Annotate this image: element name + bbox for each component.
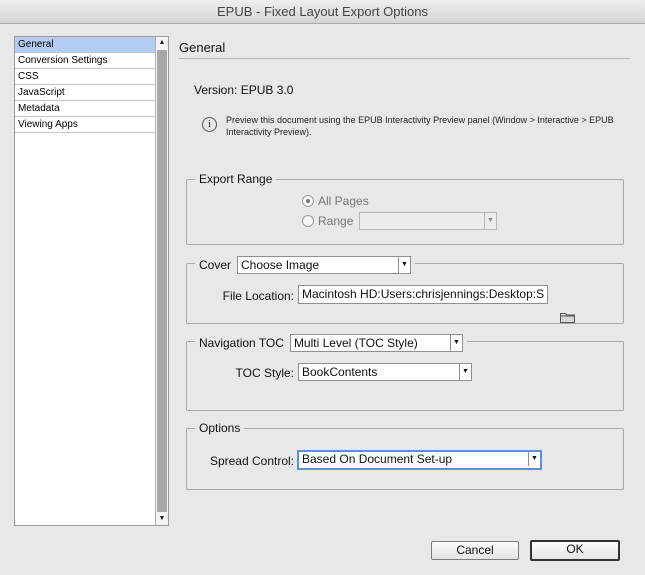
navigation-toc-select[interactable]: Multi Level (TOC Style) ▼ (289, 334, 463, 352)
cover-label: Cover (199, 258, 232, 272)
spread-control-select-value: Based On Document Set-up (302, 452, 453, 466)
sidebar-item-general[interactable]: General (15, 37, 156, 53)
chevron-down-icon: ▼ (459, 364, 471, 380)
sidebar-item-metadata[interactable]: Metadata (15, 101, 156, 117)
toc-style-label: TOC Style: (235, 366, 294, 380)
window-title: EPUB - Fixed Layout Export Options (217, 4, 428, 19)
scroll-thumb[interactable] (157, 50, 167, 512)
file-location-field[interactable]: Macintosh HD:Users:chrisjennings:Desktop… (298, 285, 548, 304)
options-legend: Options (195, 421, 245, 435)
toc-style-select-value: BookContents (302, 365, 378, 379)
all-pages-radio[interactable] (302, 195, 314, 207)
info-text: Preview this document using the EPUB Int… (226, 115, 614, 137)
ok-button[interactable]: OK (530, 540, 620, 561)
range-radio[interactable] (302, 215, 314, 227)
export-range-legend: Export Range (195, 172, 277, 186)
info-icon: i (202, 117, 217, 132)
chevron-down-icon: ▼ (398, 257, 411, 273)
cover-select-value: Choose Image (241, 258, 320, 272)
cover-legend: Cover Choose Image ▼ (195, 256, 416, 274)
panel-title: General (179, 40, 226, 55)
sidebar-item-css[interactable]: CSS (15, 69, 156, 85)
chevron-down-icon: ▼ (484, 213, 496, 229)
dialog-content: General Conversion Settings CSS JavaScri… (0, 24, 645, 575)
navigation-toc-select-value: Multi Level (TOC Style) (293, 336, 418, 350)
sidebar-item-viewing-apps[interactable]: Viewing Apps (15, 117, 156, 133)
cancel-button[interactable]: Cancel (431, 541, 519, 560)
file-location-label: File Location: (222, 289, 294, 303)
range-select[interactable]: ▼ (359, 212, 497, 230)
navigation-toc-label: Navigation TOC (199, 336, 284, 350)
spread-control-select[interactable]: Based On Document Set-up ▼ (297, 450, 542, 470)
scroll-down-arrow-icon[interactable]: ▼ (156, 513, 168, 525)
version-label: Version: EPUB 3.0 (194, 83, 294, 97)
scroll-up-arrow-icon[interactable]: ▲ (156, 37, 168, 49)
sidebar-scrollbar[interactable]: ▲ ▼ (155, 37, 168, 525)
all-pages-label: All Pages (318, 194, 369, 208)
folder-icon[interactable] (560, 312, 575, 323)
range-label: Range (318, 214, 354, 228)
sidebar-item-conversion-settings[interactable]: Conversion Settings (15, 53, 156, 69)
window-title-bar: EPUB - Fixed Layout Export Options (0, 0, 645, 24)
spread-control-label: Spread Control: (209, 454, 294, 468)
chevron-down-icon: ▼ (528, 452, 540, 466)
panel-title-divider (179, 58, 630, 59)
toc-style-select[interactable]: BookContents ▼ (298, 363, 472, 381)
chevron-down-icon: ▼ (449, 335, 462, 351)
sidebar-item-javascript[interactable]: JavaScript (15, 85, 156, 101)
sidebar-list: General Conversion Settings CSS JavaScri… (14, 36, 169, 526)
navigation-toc-legend: Navigation TOC Multi Level (TOC Style) ▼ (195, 334, 467, 352)
cover-select[interactable]: Choose Image ▼ (237, 256, 412, 274)
